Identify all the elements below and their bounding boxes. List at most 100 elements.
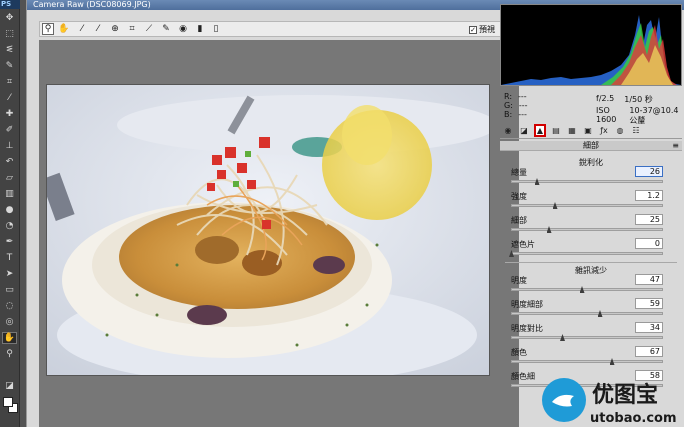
g-label: G: [504, 101, 513, 110]
crop-tool-icon[interactable]: ⌗ [2, 76, 17, 88]
g-value: --- [518, 101, 528, 110]
target-adjust-icon[interactable]: ⊕ [109, 23, 121, 35]
slider-label: 明度細部 [511, 300, 543, 309]
eraser-tool-icon[interactable]: ▱ [2, 172, 17, 184]
preview-toggle[interactable]: ✓ 預視 [469, 24, 495, 35]
lasso-tool-icon[interactable]: ᓬ [2, 44, 17, 56]
camera-raw-toolbar: ⚲ ✋ ⁄ ⁄ ⊕ ⌗ ⟋ ✎ ◉ ▮ ▯ ✓ 預視 ⇱ [39, 21, 519, 37]
gradient-tool-icon[interactable]: ▥ [2, 188, 17, 200]
tab-effects-icon[interactable]: ƒx [598, 124, 610, 137]
tab-basic-icon[interactable]: ◉ [502, 124, 514, 137]
slider-value-field[interactable]: 1.2 [635, 190, 663, 201]
history-brush-tool-icon[interactable]: ↶ [2, 156, 17, 168]
blur-tool-icon[interactable]: ● [2, 204, 17, 216]
preview-label: 預視 [479, 25, 495, 34]
slider-track[interactable] [511, 288, 663, 291]
tab-split-toning-icon[interactable]: ▦ [566, 124, 578, 137]
slider-value-field[interactable]: 34 [635, 322, 663, 333]
slider-value-field[interactable]: 67 [635, 346, 663, 357]
slider-row: 明度 47 [505, 274, 681, 298]
hand-tool-icon[interactable]: ✋ [2, 332, 17, 344]
slider-row: 明度細部 59 [505, 298, 681, 322]
zoom-tool-icon[interactable]: ⚲ [2, 348, 17, 360]
b-value: --- [518, 110, 527, 119]
pen-tool-icon[interactable]: ✒ [2, 236, 17, 248]
graduated-filter-icon[interactable]: ▯ [210, 23, 222, 35]
slider-row: 明度對比 34 [505, 322, 681, 346]
tab-tone-curve-icon[interactable]: ◪ [518, 124, 530, 137]
foreground-color-swatch[interactable] [3, 397, 13, 407]
slider-track[interactable] [511, 312, 663, 315]
shutter-speed: 1/50 秒 [624, 95, 653, 104]
color-sampler-icon[interactable]: ⁄ [92, 23, 104, 35]
photoshop-tool-panel: PS ✥ ⬚ ᓬ ✎ ⌗ ⁄ ✚ ✐ ⊥ ↶ ▱ ▥ ● ◔ ✒ T ➤ ▭ ◌… [0, 0, 20, 427]
slider-label: 顏色細 [511, 372, 535, 381]
slider-track[interactable] [511, 252, 663, 255]
slider-track[interactable] [511, 180, 663, 183]
screen: PS ✥ ⬚ ᓬ ✎ ⌗ ⁄ ✚ ✐ ⊥ ↶ ▱ ▥ ● ◔ ✒ T ➤ ▭ ◌… [0, 0, 684, 427]
panel-title: 細部 [583, 141, 599, 150]
slider-track[interactable] [511, 204, 663, 207]
dodge-tool-icon[interactable]: ◔ [2, 220, 17, 232]
slider-track[interactable] [511, 360, 663, 363]
slider-label: 遮色片 [511, 240, 535, 249]
default-colors-icon[interactable]: ◪ [2, 380, 17, 392]
marquee-tool-icon[interactable]: ⬚ [2, 28, 17, 40]
slider-row: 遮色片 0 [505, 238, 681, 262]
shape-tool-icon[interactable]: ▭ [2, 284, 17, 296]
spot-removal-icon[interactable]: ✎ [160, 23, 172, 35]
clone-stamp-tool-icon[interactable]: ⊥ [2, 140, 17, 152]
section-divider [505, 262, 677, 263]
slider-label: 細部 [511, 216, 527, 225]
tab-hsl-icon[interactable]: ▤ [550, 124, 562, 137]
r-label: R: [504, 92, 513, 101]
3d-tool-icon[interactable]: ◌ [2, 300, 17, 312]
tab-lens-corrections-icon[interactable]: ▣ [582, 124, 594, 137]
preview-image [46, 84, 490, 376]
move-tool-icon[interactable]: ✥ [2, 12, 17, 24]
b-label: B: [504, 110, 513, 119]
slider-row: 強度 1.2 [505, 190, 681, 214]
slider-row: 細部 25 [505, 214, 681, 238]
tab-camera-calibration-icon[interactable]: ◍ [614, 124, 626, 137]
crop-icon[interactable]: ⌗ [126, 23, 138, 35]
slider-value-field[interactable]: 25 [635, 214, 663, 225]
healing-tool-icon[interactable]: ✚ [2, 108, 17, 120]
white-balance-icon[interactable]: ⁄ [76, 23, 88, 35]
red-eye-icon[interactable]: ◉ [177, 23, 189, 35]
straighten-icon[interactable]: ⟋ [143, 23, 155, 35]
watermark-brand-url: utobao.com [590, 411, 677, 426]
histogram [500, 4, 682, 86]
tab-detail-icon[interactable]: ▲ [534, 124, 546, 137]
type-tool-icon[interactable]: T [2, 252, 17, 264]
hand-icon[interactable]: ✋ [58, 23, 70, 35]
g-readout: G: --- [504, 101, 528, 110]
site-watermark: 优图宝 utobao.com [538, 372, 684, 427]
r-readout: R: --- [504, 92, 527, 101]
brush-tool-icon[interactable]: ✐ [2, 124, 17, 136]
slider-track[interactable] [511, 228, 663, 231]
slider-label: 明度 [511, 276, 527, 285]
aperture: f/2.5 [596, 94, 615, 103]
panel-header: 細部 ≡ [500, 141, 682, 151]
quick-select-tool-icon[interactable]: ✎ [2, 60, 17, 72]
tab-presets-icon[interactable]: ☷ [630, 124, 642, 137]
slider-row: 顏色 67 [505, 346, 681, 370]
slider-value-field[interactable]: 47 [635, 274, 663, 285]
exif-row-1: f/2.5 1/50 秒 [596, 94, 680, 105]
slider-value-field[interactable]: 59 [635, 298, 663, 309]
image-preview-area[interactable] [39, 40, 519, 427]
zoom-icon[interactable]: ⚲ [42, 23, 54, 35]
panel-menu-icon[interactable]: ≡ [672, 141, 679, 151]
3d-camera-tool-icon[interactable]: ◎ [2, 316, 17, 328]
path-select-tool-icon[interactable]: ➤ [2, 268, 17, 280]
adjustment-brush-icon[interactable]: ▮ [194, 23, 206, 35]
preview-checkbox[interactable]: ✓ [469, 25, 477, 34]
photoshop-logo: PS [0, 0, 20, 9]
eyedropper-tool-icon[interactable]: ⁄ [2, 92, 17, 104]
slider-value-field[interactable]: 26 [635, 166, 663, 177]
slider-value-field[interactable]: 0 [635, 238, 663, 249]
food-photo-image [47, 85, 489, 375]
slider-row: 總量 26 [505, 166, 681, 190]
slider-track[interactable] [511, 336, 663, 339]
